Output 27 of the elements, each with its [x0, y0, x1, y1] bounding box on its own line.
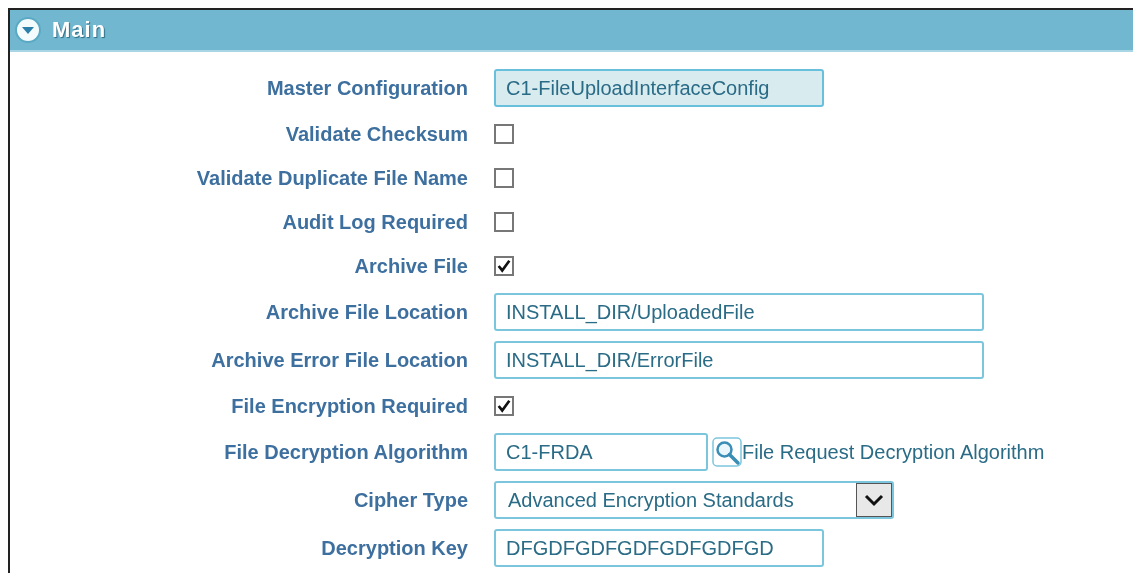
- lookup-description: File Request Decryption Algorithm: [742, 440, 1045, 464]
- field-label: Archive File: [353, 254, 469, 278]
- field-label: Validate Duplicate File Name: [195, 166, 469, 190]
- checkbox[interactable]: [494, 212, 514, 232]
- checkbox[interactable]: [494, 396, 514, 416]
- checkbox[interactable]: [494, 256, 514, 276]
- checkbox[interactable]: [494, 168, 514, 188]
- field-label: Audit Log Required: [281, 210, 469, 234]
- field-label: File Encryption Required: [230, 394, 469, 418]
- text-field[interactable]: INSTALL_DIR/ErrorFile: [494, 341, 984, 379]
- field-label: Decryption Key: [320, 536, 469, 560]
- text-field[interactable]: C1-FileUploadInterfaceConfig: [494, 69, 824, 107]
- text-field[interactable]: INSTALL_DIR/UploadedFile: [494, 293, 984, 331]
- field-label: Cipher Type: [352, 488, 469, 512]
- lookup-field[interactable]: C1-FRDA: [494, 433, 708, 471]
- cipher-dropdown[interactable]: Advanced Encryption Standards: [494, 481, 894, 519]
- field-label: Master Configuration: [265, 76, 469, 100]
- checkbox[interactable]: [494, 124, 514, 144]
- collapse-icon[interactable]: [14, 16, 42, 44]
- field-label: Validate Checksum: [284, 122, 469, 146]
- chevron-down-icon[interactable]: [856, 483, 892, 517]
- section-title: Main: [52, 17, 107, 43]
- search-icon[interactable]: [712, 437, 742, 467]
- field-label: Archive File Location: [264, 300, 469, 324]
- text-field[interactable]: DFGDFGDFGDFGDFGDFGD: [494, 529, 824, 567]
- field-label: File Decryption Algorithm: [223, 440, 469, 464]
- field-label: Archive Error File Location: [210, 348, 469, 372]
